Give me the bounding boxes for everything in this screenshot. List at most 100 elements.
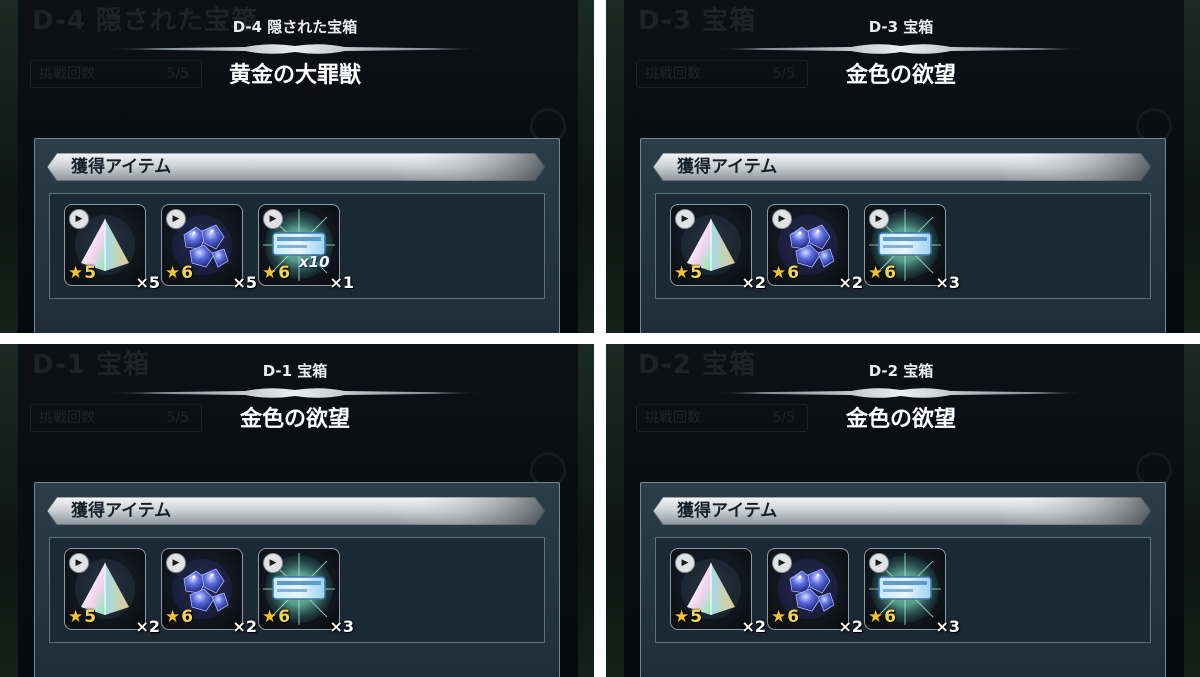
item-frame: ▶ x10 ★6 <box>258 204 340 286</box>
section-title: 獲得アイテム <box>71 501 172 521</box>
item-quantity: ×2 <box>741 273 766 292</box>
reward-item[interactable]: ▶ ★6 ×3 <box>258 548 354 636</box>
item-slots: ▶ ★5 ×5 ▶ ★6 ×5 ▶ x10 ★6 ×1 <box>49 193 545 299</box>
star-icon: ★ <box>771 263 787 283</box>
background-scenery <box>0 0 18 333</box>
ornament-divider <box>701 386 1101 400</box>
enemy-title: 金色の欲望 <box>845 63 956 88</box>
rarity-value: 6 <box>181 263 194 283</box>
star-icon: ★ <box>674 607 690 627</box>
play-icon[interactable]: ▶ <box>166 209 186 229</box>
reward-panel-d1: D-1 宝箱 挑戦回数 5/5 D-1 宝箱 金色の欲望 獲得アイテム ▶ ★5 ×2 ▶ ★6 ×2… <box>0 344 594 677</box>
attempt-label: 挑戦回数 <box>39 410 95 426</box>
reward-item[interactable]: ▶ ★5 ×5 <box>64 204 160 292</box>
item-quantity: ×2 <box>838 617 863 636</box>
star-icon: ★ <box>165 263 181 283</box>
attempt-label: 挑戦回数 <box>39 66 95 82</box>
item-frame: ▶ ★5 <box>64 548 146 630</box>
reward-header: D-1 宝箱 金色の欲望 <box>95 360 495 434</box>
rarity-value: 5 <box>690 263 703 283</box>
reward-box: 獲得アイテム ▶ ★5 ×2 ▶ ★6 ×2 ▶ ★6 ×3 <box>640 482 1166 677</box>
star-icon: ★ <box>68 607 84 627</box>
reward-item[interactable]: ▶ ★6 ×2 <box>767 204 863 292</box>
item-quantity: ×2 <box>232 617 257 636</box>
play-icon[interactable]: ▶ <box>263 553 283 573</box>
background-scenery <box>606 344 624 677</box>
reward-item[interactable]: ▶ x10 ★6 ×1 <box>258 204 354 292</box>
item-quantity: ×3 <box>935 617 960 636</box>
rarity-value: 5 <box>690 607 703 627</box>
ornament-divider <box>95 42 495 56</box>
item-slots: ▶ ★5 ×2 ▶ ★6 ×2 ▶ ★6 ×3 <box>655 537 1151 643</box>
item-frame: ▶ ★6 <box>161 548 243 630</box>
rarity-value: 6 <box>787 607 800 627</box>
play-icon[interactable]: ▶ <box>263 209 283 229</box>
reward-item[interactable]: ▶ ★6 ×3 <box>864 204 960 292</box>
section-banner: 獲得アイテム <box>47 153 545 181</box>
play-icon[interactable]: ▶ <box>675 209 695 229</box>
enemy-title: 金色の欲望 <box>845 407 956 432</box>
play-icon[interactable]: ▶ <box>869 553 889 573</box>
play-icon[interactable]: ▶ <box>69 209 89 229</box>
play-icon[interactable]: ▶ <box>772 553 792 573</box>
rarity-badge: ★6 <box>868 607 896 627</box>
section-banner: 獲得アイテム <box>47 497 545 525</box>
item-frame: ▶ ★5 <box>64 204 146 286</box>
item-slots: ▶ ★5 ×2 ▶ ★6 ×2 ▶ ★6 ×3 <box>49 537 545 643</box>
item-frame: ▶ ★6 <box>767 204 849 286</box>
reward-item[interactable]: ▶ ★6 ×5 <box>161 204 257 292</box>
section-title: 獲得アイテム <box>71 157 172 177</box>
section-banner: 獲得アイテム <box>653 497 1151 525</box>
rarity-value: 5 <box>84 607 97 627</box>
play-icon[interactable]: ▶ <box>869 209 889 229</box>
rarity-value: 5 <box>84 263 97 283</box>
item-quantity: ×5 <box>135 273 160 292</box>
star-icon: ★ <box>262 263 278 283</box>
reward-item[interactable]: ▶ ★6 ×3 <box>864 548 960 636</box>
rarity-badge: ★6 <box>262 263 290 283</box>
ticket-multiplier: x10 <box>299 253 330 271</box>
reward-box: 獲得アイテム ▶ ★5 ×5 ▶ ★6 ×5 ▶ x10 ★6 ×1 <box>34 138 560 333</box>
item-quantity: ×3 <box>329 617 354 636</box>
enemy-title: 金色の欲望 <box>239 407 350 432</box>
rarity-value: 6 <box>787 263 800 283</box>
background-scenery <box>606 0 624 333</box>
rarity-value: 6 <box>278 263 291 283</box>
item-frame: ▶ ★6 <box>864 548 946 630</box>
reward-header: D-4 隠された宝箱 黄金の大罪獣 <box>95 16 495 90</box>
reward-box: 獲得アイテム ▶ ★5 ×2 ▶ ★6 ×2 ▶ ★6 ×3 <box>640 138 1166 333</box>
item-frame: ▶ ★6 <box>258 548 340 630</box>
play-icon[interactable]: ▶ <box>166 553 186 573</box>
play-icon[interactable]: ▶ <box>69 553 89 573</box>
reward-header: D-2 宝箱金色の欲望 <box>701 360 1101 434</box>
item-slots: ▶ ★5 ×2 ▶ ★6 ×2 ▶ ★6 ×3 <box>655 193 1151 299</box>
star-icon: ★ <box>68 263 84 283</box>
star-icon: ★ <box>868 263 884 283</box>
background-scenery <box>578 0 594 333</box>
item-frame: ▶ ★5 <box>670 204 752 286</box>
reward-item[interactable]: ▶ ★6 ×2 <box>161 548 257 636</box>
stage-subtitle: D-3 宝箱 <box>868 18 934 36</box>
section-title: 獲得アイテム <box>677 157 778 177</box>
stage-subtitle: D-4 隠された宝箱 <box>232 18 358 36</box>
reward-item[interactable]: ▶ ★5 ×2 <box>670 204 766 292</box>
rarity-badge: ★6 <box>165 607 193 627</box>
play-icon[interactable]: ▶ <box>772 209 792 229</box>
reward-item[interactable]: ▶ ★5 ×2 <box>670 548 766 636</box>
reward-panel-d2: D-2 宝箱 挑戦回数 5/5 D-2 宝箱 金色の欲望 獲得アイテム ▶ ★5 ×2 ▶ ★6 ×2… <box>606 344 1200 677</box>
reward-item[interactable]: ▶ ★6 ×2 <box>767 548 863 636</box>
item-quantity: ×3 <box>935 273 960 292</box>
stage-subtitle: D-2 宝箱 <box>868 362 934 380</box>
reward-header: D-3 宝箱金色の欲望 <box>701 16 1101 90</box>
item-frame: ▶ ★5 <box>670 548 752 630</box>
background-scenery <box>1184 0 1200 333</box>
rarity-badge: ★6 <box>771 607 799 627</box>
rarity-value: 6 <box>278 607 291 627</box>
star-icon: ★ <box>771 607 787 627</box>
reward-panel-d3: D-3 宝箱 挑戦回数 5/5 D-3 宝箱 金色の欲望 獲得アイテム ▶ ★5 ×2 ▶ ★6 ×2… <box>606 0 1200 333</box>
background-scenery <box>0 344 18 677</box>
reward-item[interactable]: ▶ ★5 ×2 <box>64 548 160 636</box>
play-icon[interactable]: ▶ <box>675 553 695 573</box>
reward-panel-d4: D-4 隠された宝箱 挑戦回数 5/5 D-4 隠された宝箱 黄金の大罪獣 獲得アイテム ▶… <box>0 0 594 333</box>
reward-box: 獲得アイテム ▶ ★5 ×2 ▶ ★6 ×2 ▶ ★6 ×3 <box>34 482 560 677</box>
